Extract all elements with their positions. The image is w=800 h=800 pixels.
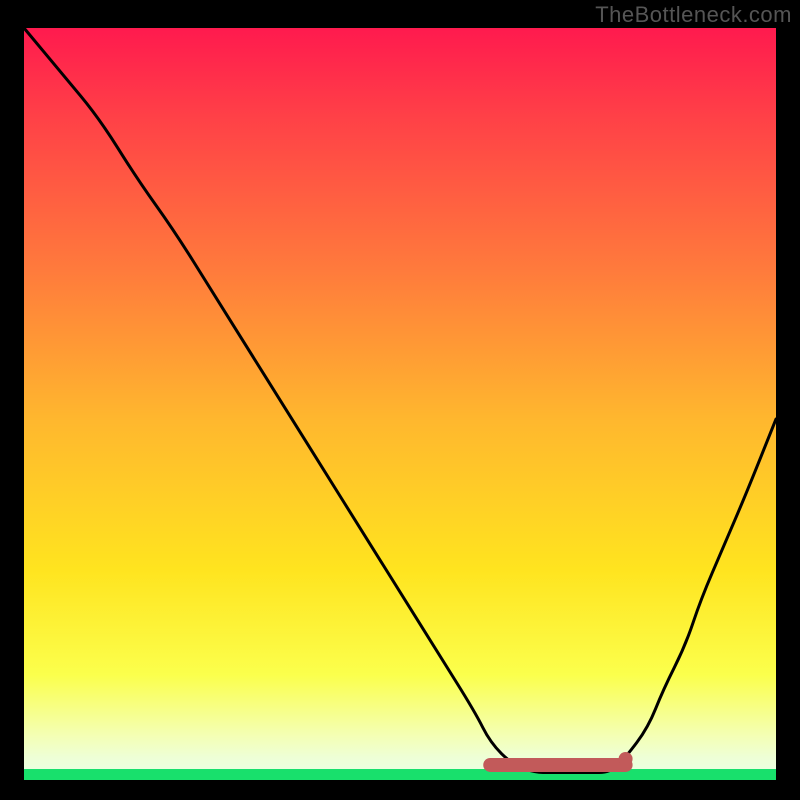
plot-area <box>24 28 776 780</box>
bottleneck-curve <box>24 28 776 772</box>
minimum-marker-dot <box>619 752 633 766</box>
curve-layer <box>24 28 776 780</box>
chart-frame: TheBottleneck.com <box>0 0 800 800</box>
watermark-text: TheBottleneck.com <box>595 2 792 28</box>
